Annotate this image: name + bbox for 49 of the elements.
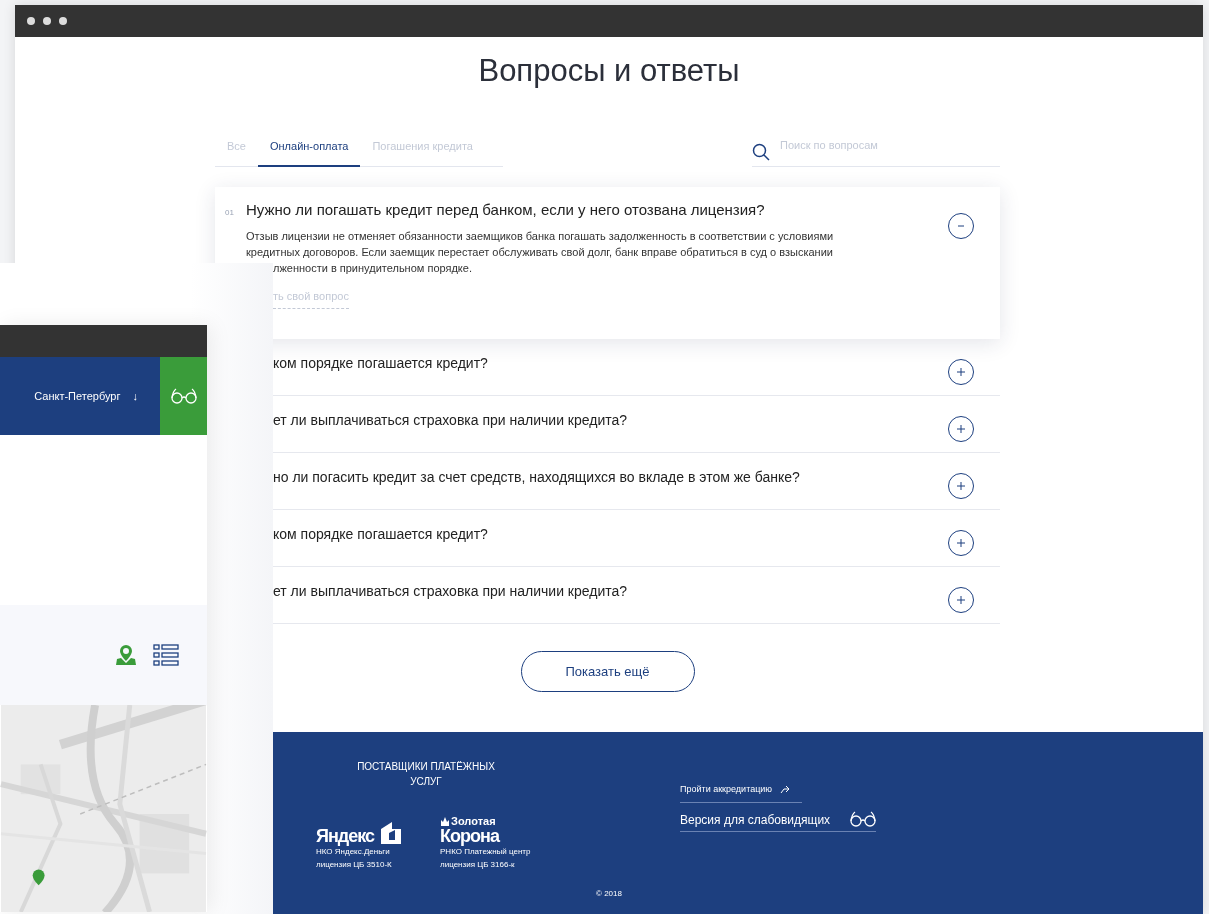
- footer-link[interactable]: Версия для слабовидящих: [680, 811, 876, 832]
- question-text[interactable]: ком порядке погашается кредит?: [273, 355, 488, 371]
- expand-button[interactable]: [948, 587, 974, 613]
- crown-icon: [440, 816, 451, 827]
- item-number: 01: [225, 208, 235, 217]
- logo-text: Золотая: [451, 816, 496, 827]
- question-text[interactable]: но ли погасить кредит за счет средств, находящихся во вкладе в этом же банке?: [273, 469, 800, 485]
- square-emblem-icon: [380, 821, 403, 845]
- plus-icon: [956, 538, 966, 548]
- accessibility-button[interactable]: [160, 357, 207, 435]
- partner-caption: НКО Яндекс.Деньги: [316, 846, 391, 858]
- plus-icon: [956, 367, 966, 377]
- question-text[interactable]: Нужно ли погашать кредит перед банком, если у него отозвана лицензия?: [246, 201, 765, 218]
- copyright-text: © 2018: [595, 889, 623, 898]
- answer-text: лженности в принудительном порядке.: [272, 261, 473, 276]
- footer-link[interactable]: Пройти аккредитацию: [680, 784, 802, 803]
- answer-text: кредитных договоров. Если заемщик перестает обслуживать свой долг, банк вправе обратиться в суд о взыскании: [246, 245, 834, 260]
- expand-button[interactable]: [948, 530, 974, 556]
- link-label[interactable]: Версия для слабовидящих: [680, 813, 831, 827]
- logo-text: Яндекс: [316, 827, 375, 845]
- logo-text: Корона: [440, 827, 499, 845]
- partner-caption: РНКО Платежный центр: [440, 846, 531, 858]
- answer-text: Отзыв лицензии не отменяет обязанности заемщиков банка погашать задолженность в соответствии с условиями: [246, 229, 835, 244]
- list-icon[interactable]: [153, 644, 179, 666]
- city-selector[interactable]: Санкт-Петербург ↓: [0, 357, 160, 435]
- collapse-button[interactable]: [948, 213, 974, 239]
- expand-button[interactable]: [948, 473, 974, 499]
- tab[interactable]: Онлайн-оплата: [257, 129, 361, 167]
- partner-caption: лицензия ЦБ 3166-к: [440, 859, 516, 871]
- partner-caption: лицензия ЦБ 3510-К: [316, 859, 393, 871]
- question-text[interactable]: ет ли выплачиваться страховка при наличии кредита?: [273, 412, 628, 428]
- plus-icon: [956, 595, 966, 605]
- glasses-icon[interactable]: [850, 811, 876, 827]
- question-text[interactable]: ком порядке погашается кредит?: [273, 526, 488, 542]
- show-more-button[interactable]: Показать ещё: [520, 651, 695, 692]
- plus-icon: [956, 481, 966, 491]
- share-arrow-icon[interactable]: [780, 786, 791, 794]
- section-heading: ПОСТАВЩИКИ ПЛАТЁЖНЫХ УСЛУГ: [356, 760, 496, 789]
- plus-icon: [956, 424, 966, 434]
- page-title: Вопросы и ответы: [477, 52, 741, 90]
- city-name[interactable]: Санкт-Петербург: [34, 390, 121, 402]
- expand-button[interactable]: [948, 359, 974, 385]
- question-text[interactable]: ет ли выплачиваться страховка при наличии кредита?: [273, 583, 628, 599]
- link-label[interactable]: Пройти аккредитацию: [680, 784, 773, 794]
- search-icon: [752, 143, 770, 161]
- map-pin-icon[interactable]: [115, 644, 137, 666]
- expand-button[interactable]: [948, 416, 974, 442]
- glasses-icon: [170, 388, 197, 404]
- arrow-glyph[interactable]: ↓: [132, 390, 138, 402]
